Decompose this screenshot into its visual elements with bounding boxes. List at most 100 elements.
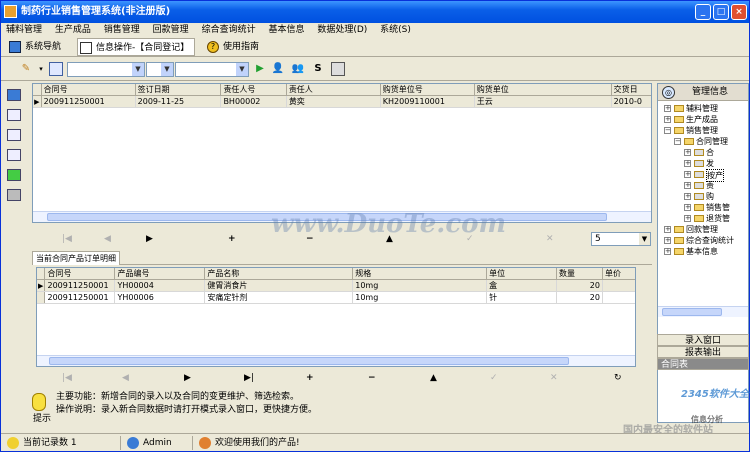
- table-row[interactable]: ▶ 200911250001 2009-11-25 BH00002 黄奕 KH2…: [33, 95, 651, 108]
- column-header[interactable]: 合同号: [44, 268, 116, 280]
- column-header[interactable]: 单位: [486, 268, 557, 280]
- tab-help[interactable]: ? 使用指南: [205, 38, 275, 56]
- contract-grid[interactable]: 合同号 签订日期 责任人号 责任人 购货单位号 购货单位 交货日 ▶ 20091…: [32, 83, 652, 223]
- tree-node[interactable]: + 综合查询统计: [658, 235, 748, 246]
- add-record-icon[interactable]: +: [228, 232, 236, 247]
- table-cell[interactable]: 10mg: [352, 279, 488, 292]
- column-header[interactable]: 购货单位: [474, 84, 612, 96]
- menu-item-materials[interactable]: 辅料管理: [1, 23, 47, 37]
- tab-info-operation[interactable]: 信息操作-【合同登记】: [77, 38, 195, 56]
- table-cell[interactable]: 200911250001: [44, 291, 116, 304]
- refresh-icon[interactable]: ↻: [614, 371, 622, 386]
- table-cell[interactable]: 20: [556, 291, 603, 304]
- tree-node[interactable]: + 退货管: [658, 213, 748, 224]
- table-cell[interactable]: 10mg: [352, 291, 488, 304]
- table-row[interactable]: 200911250001 YH00006 安痛定针剂 10mg 针 20: [37, 291, 635, 304]
- list-icon[interactable]: [7, 129, 21, 141]
- contract-table-button[interactable]: 合同表: [657, 358, 749, 370]
- filter-icon[interactable]: [49, 62, 63, 76]
- tree-node[interactable]: − 销售管理: [658, 125, 748, 136]
- tools-icon[interactable]: [7, 109, 21, 121]
- tab-order-details[interactable]: 当前合同产品订单明细: [32, 251, 120, 265]
- chevron-down-icon[interactable]: ▾: [34, 62, 48, 76]
- column-header[interactable]: 责任人: [286, 84, 381, 96]
- delete-record-icon[interactable]: −: [368, 371, 376, 386]
- column-header[interactable]: 合同号: [41, 84, 136, 96]
- column-header[interactable]: 数量: [556, 268, 603, 280]
- table-cell[interactable]: [602, 291, 635, 304]
- user-find-icon[interactable]: 👥: [291, 62, 305, 76]
- printer-icon[interactable]: [331, 62, 345, 76]
- table-cell[interactable]: [602, 279, 635, 292]
- table-cell[interactable]: YH00006: [114, 291, 206, 304]
- table-cell[interactable]: 20: [556, 279, 603, 292]
- tree-node[interactable]: + 按产: [658, 169, 748, 182]
- scrollbar-thumb[interactable]: [49, 357, 569, 365]
- column-header[interactable]: 规格: [352, 268, 488, 280]
- next-record-icon[interactable]: ▶: [184, 371, 191, 386]
- table-cell[interactable]: 王云: [474, 95, 612, 108]
- tree-node[interactable]: + 合: [658, 147, 748, 158]
- tree-node[interactable]: + 购: [658, 191, 748, 202]
- report-icon[interactable]: [7, 149, 21, 161]
- table-cell[interactable]: 200911250001: [44, 279, 116, 292]
- tree-node[interactable]: − 合同管理: [658, 136, 748, 147]
- user-search-icon[interactable]: 👤: [271, 62, 285, 76]
- trash-icon[interactable]: [7, 189, 21, 201]
- table-cell[interactable]: 2010-0: [611, 95, 651, 108]
- filter-field-select[interactable]: ▼: [67, 62, 145, 77]
- tree-node[interactable]: + 回款管理: [658, 224, 748, 235]
- menu-item-data[interactable]: 数据处理(D): [312, 23, 372, 37]
- edit-record-icon[interactable]: ▲: [430, 371, 437, 386]
- info-icon[interactable]: ◎: [662, 86, 675, 99]
- first-record-icon[interactable]: |◀: [62, 371, 72, 386]
- table-cell[interactable]: BH00002: [220, 95, 287, 108]
- window-icon[interactable]: [7, 89, 21, 101]
- column-header[interactable]: 购货单位号: [380, 84, 475, 96]
- table-cell[interactable]: 200911250001: [41, 95, 136, 108]
- column-header[interactable]: 产品名称: [204, 268, 354, 280]
- menu-item-sales[interactable]: 销售管理: [99, 23, 145, 37]
- column-header[interactable]: 产品编号: [114, 268, 206, 280]
- menu-item-system[interactable]: 系统(S): [375, 23, 416, 37]
- report-export-button[interactable]: 报表输出: [657, 346, 749, 358]
- table-cell[interactable]: 盒: [486, 279, 557, 292]
- maximize-button[interactable]: □: [713, 4, 729, 20]
- tree-node[interactable]: + 发: [658, 158, 748, 169]
- tree-node[interactable]: + 辅料管理: [658, 103, 748, 114]
- table-row[interactable]: ▶ 200911250001 YH00004 健胃消食片 10mg 盒 20: [37, 279, 635, 292]
- column-header[interactable]: 单价: [602, 268, 635, 280]
- menu-item-payments[interactable]: 回款管理: [148, 23, 194, 37]
- add-record-icon[interactable]: +: [306, 371, 314, 386]
- column-header[interactable]: 责任人号: [220, 84, 287, 96]
- play-icon[interactable]: ▶: [253, 62, 267, 76]
- table-cell[interactable]: KH2009110001: [380, 95, 475, 108]
- menu-item-query[interactable]: 综合查询统计: [197, 23, 261, 37]
- entry-window-button[interactable]: 录入窗口: [657, 334, 749, 346]
- table-cell[interactable]: 健胃消食片: [204, 279, 354, 292]
- scrollbar-thumb[interactable]: [662, 308, 722, 316]
- last-record-icon[interactable]: ▶|: [244, 371, 254, 386]
- tree-node[interactable]: + 基本信息: [658, 246, 748, 257]
- first-record-icon[interactable]: |◀: [62, 232, 72, 247]
- filter-value-select[interactable]: ▼: [175, 62, 249, 77]
- table-cell[interactable]: YH00004: [114, 279, 206, 292]
- tree-node[interactable]: + 责: [658, 180, 748, 191]
- order-detail-grid[interactable]: 合同号 产品编号 产品名称 规格 单位 数量 单价 ▶ 200911250001…: [36, 267, 636, 367]
- tree-node[interactable]: + 生产成品: [658, 114, 748, 125]
- cancel-record-icon[interactable]: ✕: [546, 232, 554, 247]
- column-header[interactable]: 交货日: [611, 84, 651, 96]
- horizontal-scrollbar[interactable]: [37, 355, 635, 366]
- tab-system-nav[interactable]: 系统导航: [7, 38, 75, 56]
- title-bar[interactable]: 制药行业销售管理系统(非注册版) _ □ ×: [1, 1, 749, 23]
- page-size-select[interactable]: 5 ▼: [591, 232, 651, 246]
- table-cell[interactable]: 针: [486, 291, 557, 304]
- minimize-button[interactable]: _: [695, 4, 711, 20]
- close-button[interactable]: ×: [731, 4, 747, 20]
- table-cell[interactable]: 黄奕: [286, 95, 381, 108]
- tree-node[interactable]: + 销售管: [658, 202, 748, 213]
- cancel-record-icon[interactable]: ✕: [550, 371, 558, 386]
- column-header[interactable]: 签订日期: [135, 84, 222, 96]
- post-record-icon[interactable]: ✓: [490, 371, 498, 386]
- menu-item-products[interactable]: 生产成品: [50, 23, 96, 37]
